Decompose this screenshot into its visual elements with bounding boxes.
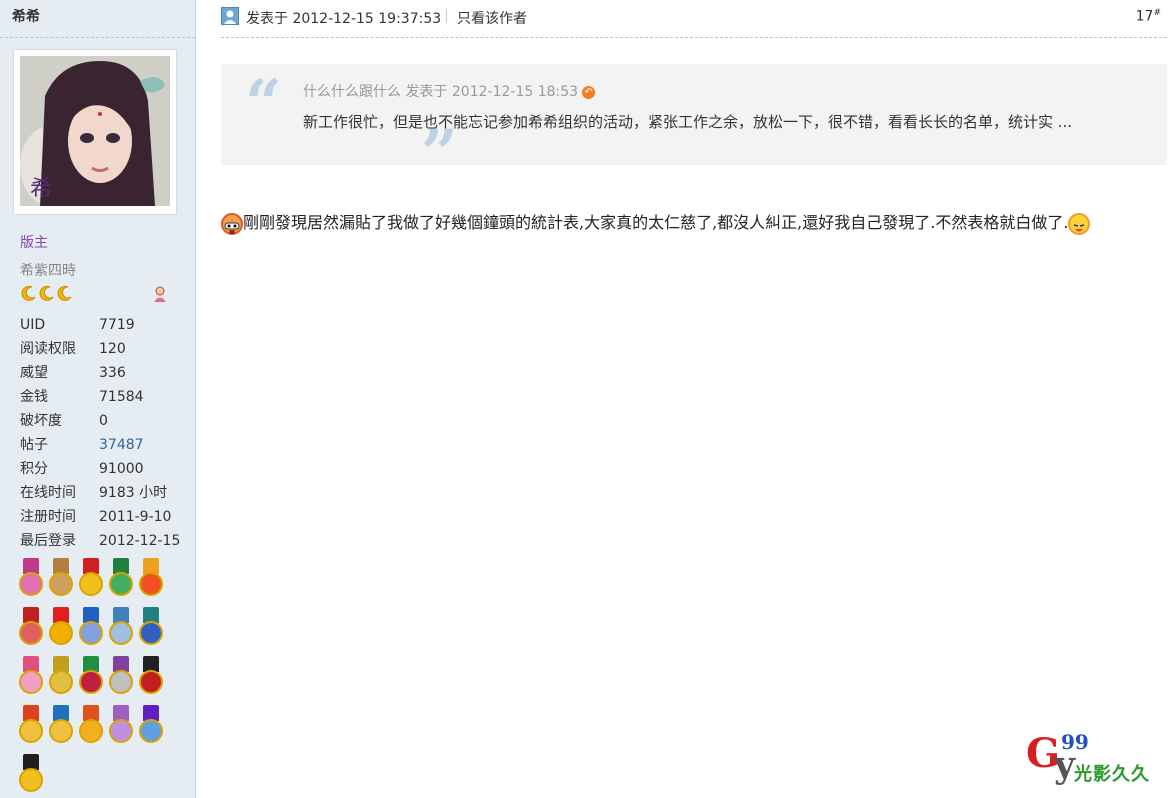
stat-value: 120: [99, 341, 126, 357]
stat-row: 金钱 71584: [20, 388, 180, 412]
author-name-link[interactable]: 希希: [12, 6, 40, 26]
medal-icon[interactable]: [78, 656, 104, 698]
watermark-text: 光影久久: [1074, 764, 1150, 785]
moon-icon: [20, 285, 37, 306]
medal-icon[interactable]: [18, 607, 44, 649]
stat-row: 在线时间 9183 小时: [20, 484, 180, 508]
svg-text:希: 希: [30, 177, 52, 202]
medal-icon[interactable]: [138, 558, 164, 600]
floor-suffix: #: [1153, 8, 1161, 18]
medal-icon[interactable]: [138, 705, 164, 747]
stat-label: 注册时间: [20, 509, 76, 525]
sidebar-divider: [0, 37, 195, 38]
medal-icon[interactable]: [138, 607, 164, 649]
stat-value: 0: [99, 413, 108, 429]
female-user-icon: [151, 285, 169, 307]
medal-icon[interactable]: [18, 558, 44, 600]
stat-row: 威望 336: [20, 364, 180, 388]
medal-icon[interactable]: [78, 558, 104, 600]
moon-icon: [56, 285, 73, 306]
medal-icon[interactable]: [108, 705, 134, 747]
medal-icon[interactable]: [48, 558, 74, 600]
header-divider: [446, 9, 447, 23]
avatar-portrait-image: 希: [20, 56, 170, 206]
medal-icon[interactable]: [18, 705, 44, 747]
stat-label: 破坏度: [20, 413, 62, 429]
medal-icon[interactable]: [18, 656, 44, 698]
stat-row: 最后登录 2012-12-15: [20, 532, 180, 556]
medal-icon[interactable]: [48, 656, 74, 698]
close-quote-icon: ”: [421, 116, 458, 191]
stat-label: 在线时间: [20, 485, 76, 501]
quote-source: 什么什么跟什么 发表于 2012-12-15 18:53: [303, 84, 579, 100]
medal-icon[interactable]: [48, 607, 74, 649]
stat-row: 帖子 37487: [20, 436, 180, 460]
stat-value: 336: [99, 365, 126, 381]
quote-block: “ 什么什么跟什么 发表于 2012-12-15 18:53 ↶ 新工作很忙，但是…: [221, 64, 1167, 186]
site-watermark: G y 99 光影久久: [1026, 730, 1166, 790]
stat-label: 阅读权限: [20, 341, 76, 357]
floor-number: 17: [1135, 8, 1154, 25]
stat-value: 91000: [99, 461, 144, 477]
medal-icon[interactable]: [108, 656, 134, 698]
stat-row: UID 7719: [20, 316, 180, 340]
view-author-only-link[interactable]: 只看该作者: [457, 8, 527, 28]
medal-icon[interactable]: [138, 656, 164, 698]
open-quote-icon: “: [245, 66, 282, 141]
goto-original-icon[interactable]: ↶: [582, 85, 596, 99]
stat-value: 2011-9-10: [99, 509, 172, 525]
quote-meta: 什么什么跟什么 发表于 2012-12-15 18:53 ↶: [303, 81, 596, 101]
post-header-divider: [221, 37, 1167, 38]
stat-value: 71584: [99, 389, 144, 405]
medal-icon[interactable]: [108, 607, 134, 649]
stat-label: 积分: [20, 461, 48, 477]
floor-number-link[interactable]: 17#: [1136, 8, 1161, 25]
grin-smiley-icon: [1068, 212, 1091, 235]
stat-row: 积分 91000: [20, 460, 180, 484]
author-sidebar: 希希 希 版主 希紫四時 UID 7719 阅读权限 120 威望 336 金钱…: [0, 0, 196, 798]
stat-value-link[interactable]: 37487: [99, 436, 144, 460]
avatar[interactable]: 希: [20, 56, 170, 206]
stat-row: 破坏度 0: [20, 412, 180, 436]
stat-label: 帖子: [20, 437, 48, 453]
stat-value: 2012-12-15: [99, 533, 181, 549]
stat-label: UID: [20, 317, 46, 333]
stat-row: 阅读权限 120: [20, 340, 180, 364]
medal-icon[interactable]: [108, 558, 134, 600]
stat-row: 注册时间 2011-9-10: [20, 508, 180, 532]
post-body: 剛剛發現居然漏貼了我做了好幾個鐘頭的統計表,大家真的太仁慈了,都沒人糾正,還好我…: [221, 207, 1161, 239]
user-stats: UID 7719 阅读权限 120 威望 336 金钱 71584 破坏度 0 帖子 37487 积分 9…: [20, 316, 180, 556]
medal-icon[interactable]: [78, 705, 104, 747]
avatar-frame: 希: [14, 50, 176, 214]
stat-label: 威望: [20, 365, 48, 381]
shocked-smiley-icon: [221, 212, 243, 235]
watermark-number: 99: [1061, 730, 1089, 754]
user-group[interactable]: 版主: [20, 232, 48, 252]
stat-value: 7719: [99, 317, 135, 333]
user-online-icon: [221, 7, 239, 25]
stat-label: 金钱: [20, 389, 48, 405]
medal-icon[interactable]: [18, 754, 44, 796]
custom-title: 希紫四時: [20, 263, 76, 279]
medal-icon[interactable]: [48, 705, 74, 747]
post-header: 发表于 2012-12-15 19:37:53 只看该作者 17#: [221, 6, 1161, 28]
rank-stars: [20, 285, 74, 305]
stat-value: 9183 小时: [99, 485, 168, 501]
stat-label: 最后登录: [20, 533, 76, 549]
post-timestamp: 发表于 2012-12-15 19:37:53: [246, 11, 442, 27]
medal-icon[interactable]: [78, 607, 104, 649]
post-text: 剛剛發現居然漏貼了我做了好幾個鐘頭的統計表,大家真的太仁慈了,都沒人糾正,還好我…: [243, 213, 1069, 232]
moon-icon: [38, 285, 55, 306]
